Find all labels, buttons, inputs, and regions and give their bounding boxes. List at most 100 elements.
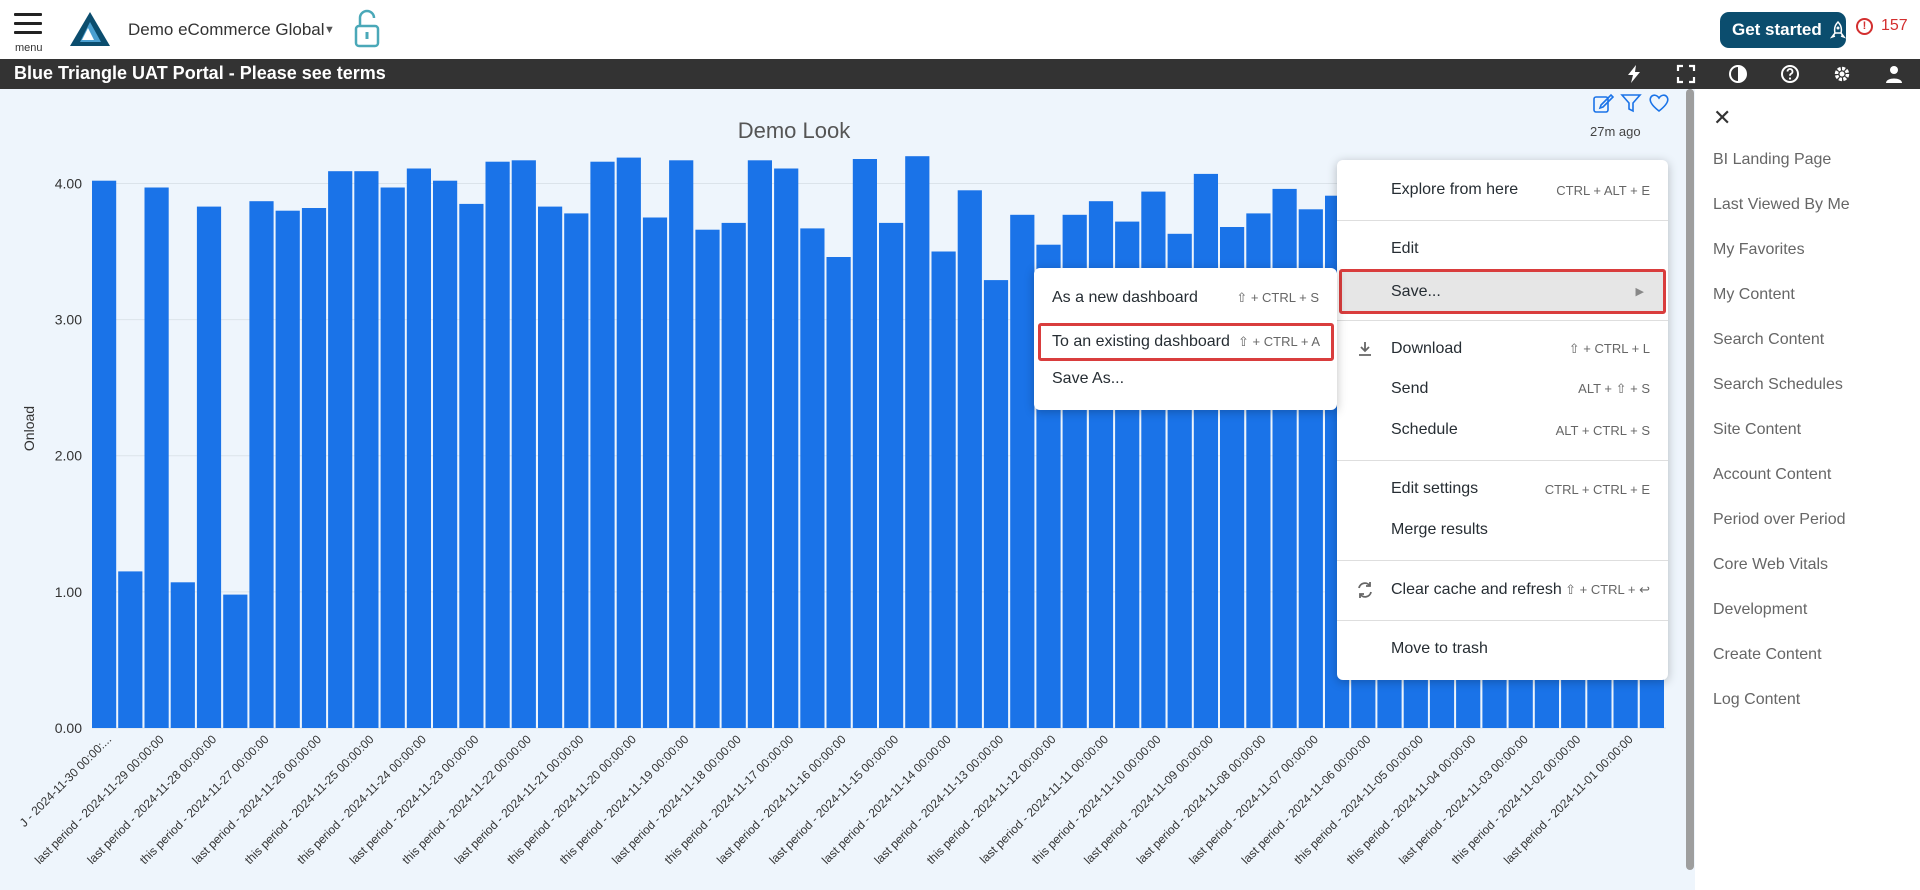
bar bbox=[275, 210, 300, 728]
bar bbox=[695, 229, 720, 728]
bar bbox=[616, 157, 641, 729]
bar bbox=[1193, 173, 1218, 728]
menu-item-shortcut: CTRL + CTRL + E bbox=[1544, 481, 1650, 497]
alert-count: 157 bbox=[1881, 17, 1908, 34]
nav-item-period-over-period[interactable]: Period over Period bbox=[1713, 511, 1846, 529]
lightning-icon[interactable] bbox=[1624, 64, 1644, 84]
menu-divider bbox=[1337, 320, 1668, 321]
menu-item-clear-cache[interactable]: Clear cache and refresh ⇧ + CTRL + ↩ bbox=[1337, 570, 1668, 610]
vertical-scrollbar[interactable] bbox=[1686, 89, 1694, 870]
bar bbox=[433, 180, 458, 728]
menu-item-edit[interactable]: Edit bbox=[1337, 229, 1668, 269]
y-tick-label: 2.00 bbox=[55, 448, 82, 464]
rocket-icon bbox=[1829, 21, 1846, 39]
help-icon[interactable] bbox=[1780, 64, 1800, 84]
download-icon bbox=[1359, 342, 1371, 356]
nav-item-create-content[interactable]: Create Content bbox=[1713, 646, 1822, 664]
caret-down-icon[interactable]: ▼ bbox=[324, 24, 335, 36]
menu-item-explore[interactable]: Explore from here CTRL + ALT + E bbox=[1337, 170, 1668, 210]
settings-icon[interactable] bbox=[1832, 64, 1852, 84]
menu-item-shortcut: ⇧ + CTRL + S bbox=[1236, 290, 1319, 305]
menu-item-label: Edit settings bbox=[1391, 480, 1479, 497]
submenu-item-existing-dashboard[interactable]: To an existing dashboard ⇧ + CTRL + A bbox=[1038, 323, 1334, 361]
top-header: menu Demo eCommerce Global ▼ Get started… bbox=[0, 0, 1920, 59]
submenu-item-new-dashboard[interactable]: As a new dashboard ⇧ + CTRL + S bbox=[1034, 278, 1337, 318]
bar bbox=[328, 171, 353, 728]
nav-item-last-viewed-by-me[interactable]: Last Viewed By Me bbox=[1713, 196, 1850, 214]
menu-item-shortcut: ⇧ + CTRL + L bbox=[1568, 341, 1650, 356]
nav-item-search-schedules[interactable]: Search Schedules bbox=[1713, 376, 1843, 394]
menu-button[interactable]: menu bbox=[14, 13, 44, 54]
nav-item-bi-landing-page[interactable]: BI Landing Page bbox=[1713, 151, 1831, 169]
menu-item-shortcut: ALT + ⇧ + S bbox=[1578, 381, 1650, 396]
menu-item-merge-results[interactable]: Merge results bbox=[1337, 510, 1668, 550]
nav-item-log-content[interactable]: Log Content bbox=[1713, 691, 1800, 709]
bar bbox=[957, 190, 982, 729]
menu-item-label: Explore from here bbox=[1391, 181, 1519, 198]
menu-divider bbox=[1337, 620, 1668, 621]
bar bbox=[223, 594, 248, 728]
right-nav-panel: ✕ BI Landing Page Last Viewed By Me My Fav… bbox=[1695, 89, 1920, 890]
menu-divider bbox=[1337, 460, 1668, 461]
blue-triangle-logo[interactable] bbox=[68, 10, 112, 48]
menu-item-move-to-trash[interactable]: Move to trash bbox=[1337, 629, 1668, 669]
bar bbox=[92, 180, 117, 728]
refresh-icon bbox=[1358, 582, 1372, 598]
bar bbox=[196, 206, 222, 729]
nav-item-site-content[interactable]: Site Content bbox=[1713, 421, 1801, 439]
menu-label: menu bbox=[15, 42, 43, 54]
menu-item-label: Schedule bbox=[1391, 421, 1458, 438]
nav-item-core-web-vitals[interactable]: Core Web Vitals bbox=[1713, 556, 1828, 574]
menu-item-edit-settings[interactable]: Edit settings CTRL + CTRL + E bbox=[1337, 469, 1668, 509]
menu-item-label: Save... bbox=[1391, 282, 1441, 300]
menu-item-send[interactable]: Send ALT + ⇧ + S bbox=[1337, 369, 1668, 409]
x-tick-label: J - 2024-11-30 00:00:... bbox=[17, 732, 114, 829]
menu-item-schedule[interactable]: Schedule ALT + CTRL + S bbox=[1337, 410, 1668, 450]
bar bbox=[1010, 214, 1035, 729]
menu-divider bbox=[1337, 560, 1668, 561]
get-started-label: Get started bbox=[1732, 20, 1822, 39]
nav-item-my-favorites[interactable]: My Favorites bbox=[1713, 241, 1805, 259]
alert-icon: ! bbox=[1856, 17, 1873, 35]
unlocked-padlock-icon[interactable] bbox=[352, 8, 382, 50]
hamburger-icon-line bbox=[14, 22, 42, 25]
bar bbox=[642, 217, 668, 728]
menu-item-shortcut: ⇧ + CTRL + ↩ bbox=[1565, 582, 1650, 597]
bar bbox=[590, 161, 615, 728]
get-started-button[interactable]: Get started bbox=[1720, 12, 1846, 48]
nav-item-my-content[interactable]: My Content bbox=[1713, 286, 1795, 304]
y-axis-label: Onload bbox=[21, 406, 37, 451]
portal-title: Blue Triangle UAT Portal - Please see te… bbox=[14, 63, 386, 83]
bar bbox=[144, 187, 169, 728]
tenant-selector[interactable]: Demo eCommerce Global bbox=[128, 20, 325, 40]
bar bbox=[721, 222, 746, 728]
bar bbox=[249, 201, 274, 728]
menu-item-save[interactable]: Save... ▶ bbox=[1339, 269, 1666, 314]
submenu-item-save-as[interactable]: Save As... bbox=[1034, 359, 1337, 399]
menu-item-shortcut: CTRL + ALT + E bbox=[1556, 182, 1650, 198]
bar bbox=[485, 161, 510, 728]
bar bbox=[406, 168, 431, 728]
y-tick-label: 4.00 bbox=[55, 175, 82, 191]
menu-divider bbox=[1337, 220, 1668, 221]
bar bbox=[774, 168, 799, 728]
bar bbox=[170, 582, 195, 728]
hamburger-icon bbox=[14, 13, 42, 16]
alerts-indicator[interactable]: ! 157 bbox=[1856, 17, 1908, 35]
nav-item-account-content[interactable]: Account Content bbox=[1713, 466, 1831, 484]
bar bbox=[380, 187, 405, 728]
nav-item-search-content[interactable]: Search Content bbox=[1713, 331, 1824, 349]
nav-item-development[interactable]: Development bbox=[1713, 601, 1807, 619]
tile-context-menu: Explore from here CTRL + ALT + E Edit Sa… bbox=[1337, 160, 1668, 680]
menu-item-label: As a new dashboard bbox=[1052, 289, 1198, 306]
user-icon[interactable] bbox=[1884, 64, 1904, 84]
fullscreen-icon[interactable] bbox=[1676, 64, 1696, 84]
close-icon[interactable]: ✕ bbox=[1713, 105, 1731, 131]
contrast-icon[interactable] bbox=[1728, 64, 1748, 84]
hamburger-icon-line bbox=[14, 31, 42, 34]
menu-item-download[interactable]: Download ⇧ + CTRL + L bbox=[1337, 329, 1668, 369]
y-tick-label: 0.00 bbox=[55, 720, 82, 736]
bar bbox=[905, 156, 930, 728]
bar bbox=[354, 171, 379, 728]
bar bbox=[301, 208, 327, 728]
